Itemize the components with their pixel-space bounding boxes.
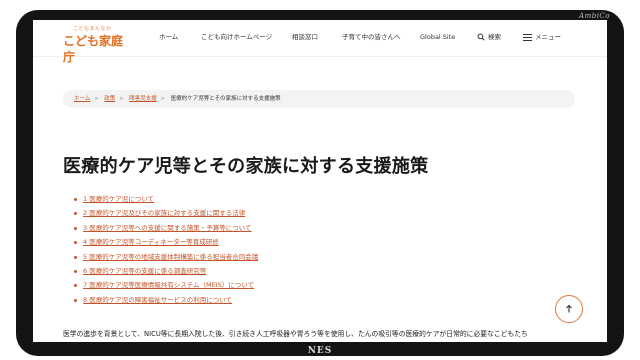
arrow-up-icon — [566, 304, 572, 313]
breadcrumb: ホーム > 政策 > 障害児支援 > 医療的ケア児等とその家族に対する支援施策 — [63, 90, 575, 108]
nav-search[interactable]: 検索 — [477, 32, 501, 42]
toc-item: 3 医療的ケア児等への支援に関する施策・予算等について — [73, 221, 258, 235]
toc-link-7[interactable]: 7 医療的ケア児等医療情報共有システム（MEIS）について — [83, 281, 254, 289]
bullet-icon — [74, 212, 77, 216]
page-title: 医療的ケア児等とその家族に対する支援施策 — [63, 156, 429, 177]
toc-item: 8 医療的ケア児の障害福祉サービスの利用について — [73, 293, 258, 307]
toc-link-4[interactable]: 4 医療的ケア児等コーディネーター等育成研修 — [83, 238, 219, 246]
bullet-icon — [74, 284, 77, 288]
nav-search-label: 検索 — [488, 33, 501, 41]
breadcrumb-policy[interactable]: 政策 — [104, 96, 115, 102]
chevron-right-icon: > — [160, 96, 165, 102]
toc-link-1[interactable]: 1 医療的ケア児について — [83, 195, 154, 203]
toc-item: 6 医療的ケア児等の支援に係る調査研究等 — [73, 264, 258, 278]
logo-subtitle: こどもまんなか — [73, 26, 112, 32]
toc-link-2[interactable]: 2 医療的ケア児及びその家族に対する支援に関する法律 — [83, 209, 245, 217]
nav-consultation[interactable]: 相談窓口 — [292, 32, 318, 42]
site-header: こどもまんなか こども家庭庁 ホーム こども向けホームページ 相談窓口 子育て中… — [33, 20, 607, 64]
toc-item: 1 医療的ケア児について — [73, 192, 258, 206]
chevron-right-icon: > — [119, 96, 124, 102]
breadcrumb-current: 医療的ケア児等とその家族に対する支援施策 — [170, 96, 281, 102]
browser-viewport: こどもまんなか こども家庭庁 ホーム こども向けホームページ 相談窓口 子育て中… — [33, 20, 607, 342]
nav-parents[interactable]: 子育て中の皆さんへ — [342, 32, 401, 42]
logo-title: こども家庭庁 — [63, 34, 124, 64]
nav-home[interactable]: ホーム — [159, 32, 178, 42]
back-to-top-button[interactable] — [555, 295, 583, 323]
monitor-brand-label: NES — [307, 346, 333, 356]
breadcrumb-disabled-child-support[interactable]: 障害児支援 — [129, 96, 157, 102]
monitor-frame: AmbiCo NES こどもまんなか こども家庭庁 ホーム こども向けホームペー… — [0, 0, 640, 360]
toc-link-3[interactable]: 3 医療的ケア児等への支援に関する施策・予算等について — [83, 224, 252, 232]
nav-menu[interactable]: メニュー — [523, 32, 561, 42]
toc-link-8[interactable]: 8 医療的ケア児の障害福祉サービスの利用について — [83, 296, 232, 304]
nav-global-site[interactable]: Global Site — [420, 32, 455, 42]
bullet-icon — [74, 298, 77, 302]
breadcrumb-home[interactable]: ホーム — [74, 96, 90, 102]
toc-item: 2 医療的ケア児及びその家族に対する支援に関する法律 — [73, 206, 258, 220]
toc-item: 4 医療的ケア児等コーディネーター等育成研修 — [73, 235, 258, 249]
corner-watermark: AmbiCo — [579, 12, 610, 20]
hamburger-icon — [523, 33, 532, 41]
toc-item: 5 医療的ケア児等の地域支援体制構築に係る担当者合同会議 — [73, 250, 258, 264]
site-logo[interactable]: こどもまんなか こども家庭庁 — [63, 26, 133, 64]
bullet-icon — [74, 198, 77, 201]
bullet-icon — [74, 269, 77, 273]
intro-paragraph: 医学の進歩を背景として、NICU等に長期入院した後、引き続き人工呼吸器や胃ろう等… — [63, 330, 528, 338]
toc-item: 7 医療的ケア児等医療情報共有システム（MEIS）について — [73, 278, 258, 292]
search-icon — [477, 33, 485, 41]
nav-menu-label: メニュー — [535, 33, 561, 41]
bullet-icon — [74, 241, 77, 245]
table-of-contents: 1 医療的ケア児について 2 医療的ケア児及びその家族に対する支援に関する法律 … — [73, 192, 258, 307]
nav-kids-page[interactable]: こども向けホームページ — [201, 32, 272, 42]
toc-link-6[interactable]: 6 医療的ケア児等の支援に係る調査研究等 — [83, 267, 206, 275]
toc-link-5[interactable]: 5 医療的ケア児等の地域支援体制構築に係る担当者合同会議 — [83, 253, 258, 261]
chevron-right-icon: > — [94, 96, 99, 102]
bullet-icon — [74, 255, 77, 259]
bullet-icon — [74, 226, 77, 230]
